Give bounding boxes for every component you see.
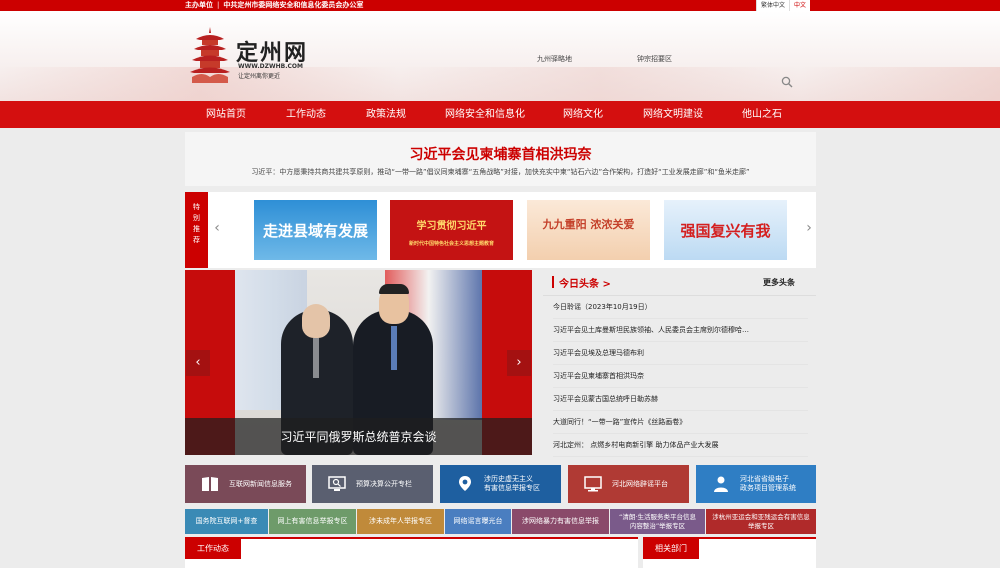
site-logo[interactable]: 定州网 WWW.DZWHB.COM 让定州离你更近 bbox=[190, 27, 320, 87]
tile-egov-project-system[interactable]: 河北省省级电子 政务项目管理系统 bbox=[696, 465, 816, 503]
header-background bbox=[0, 67, 1000, 101]
header-link-1[interactable]: 九州驿略地 bbox=[537, 54, 572, 64]
sponsor-label: 主办单位 bbox=[185, 1, 213, 9]
site-header: 定州网 WWW.DZWHB.COM 让定州离你更近 九州驿略地 钟宗招要区 bbox=[0, 11, 1000, 101]
nav-work-news[interactable]: 工作动态 bbox=[286, 101, 326, 128]
banner-county[interactable]: 走进县域有发展 bbox=[254, 200, 377, 260]
logo-slogan: 让定州离你更近 bbox=[238, 73, 281, 80]
headline-item[interactable]: 大道同行！“一带一路”宣传片《丝路画卷》 bbox=[553, 411, 808, 434]
headline-block: 习近平会见柬埔寨首相洪玛奈 习近平：中方愿秉持共商共建共享原则，推动“一带一路”… bbox=[185, 132, 816, 186]
user-icon bbox=[714, 476, 728, 492]
headline-item[interactable]: 习近平会见蒙古国总统呼日勒苏赫 bbox=[553, 388, 808, 411]
headline-item[interactable]: 习近平会见土库曼斯坦民族领袖、人民委员会主席别尔德穆哈… bbox=[553, 319, 808, 342]
banner-rejuvenation-text: 强国复兴有我 bbox=[680, 222, 771, 240]
link-harmful-info-report[interactable]: 网上有害信息举报专区 bbox=[269, 509, 356, 534]
nav-cybersecurity[interactable]: 网络安全和信息化 bbox=[445, 101, 525, 128]
top-bar: 主办单位 | 中共定州市委网络安全和信息化委员会办公室 繁体中文 中文 bbox=[0, 0, 1000, 11]
carousel-caption-text[interactable]: 习近平同俄罗斯总统普京会谈 bbox=[185, 428, 532, 445]
sponsor-name: 中共定州市委网络安全和信息化委员会办公室 bbox=[223, 1, 364, 9]
today-header: 今日头条 > 更多头条 bbox=[543, 270, 816, 296]
header-link-2[interactable]: 钟宗招要区 bbox=[637, 54, 672, 64]
tile-rumor-label: 河北网络辟谣平台 bbox=[612, 479, 668, 488]
main-nav: 网站首页 工作动态 政策法规 网络安全和信息化 网络文化 网络文明建设 他山之石 bbox=[0, 101, 1000, 128]
link-minors-report[interactable]: 涉未成年人举报专区 bbox=[357, 509, 444, 534]
headline-item[interactable]: 今日聆谣（2023年10月19日） bbox=[553, 296, 808, 319]
banner-county-text: 走进县域有发展 bbox=[262, 222, 368, 240]
logo-url: WWW.DZWHB.COM bbox=[238, 63, 303, 70]
link-cyber-violence-report[interactable]: 涉网络暴力有害信息举报 bbox=[512, 509, 609, 534]
tile-rumor-platform[interactable]: 河北网络辟谣平台 bbox=[568, 465, 689, 503]
banner-study[interactable]: 学习贯彻习近平 新时代中国特色社会主义思想主题教育 bbox=[390, 200, 513, 260]
special-tag-label: 特别推荐 bbox=[193, 203, 200, 244]
pagoda-logo-icon bbox=[190, 27, 230, 83]
link-asian-games-report[interactable]: 涉杭州亚运会和亚残运会有害信息 举报专区 bbox=[706, 509, 816, 534]
banner-double-ninth[interactable]: 九九重阳 浓浓关爱 bbox=[527, 200, 650, 260]
monitor-search-icon bbox=[328, 476, 346, 491]
headline-item[interactable]: 习近平会见柬埔寨首相洪玛奈 bbox=[553, 365, 808, 388]
today-marker bbox=[552, 276, 554, 288]
chevron-left-icon[interactable]: ‹ bbox=[212, 220, 222, 236]
related-depts-panel: 相关部门 bbox=[643, 537, 816, 568]
special-tag: 特别推荐 bbox=[185, 192, 208, 268]
tile-budget-disclosure[interactable]: 预算决算公开专栏 bbox=[312, 465, 433, 503]
more-headlines-link[interactable]: 更多头条 bbox=[763, 277, 795, 288]
lang-traditional-link[interactable]: 繁体中文 bbox=[756, 0, 789, 11]
photo-tie-left bbox=[313, 338, 319, 378]
work-news-tab[interactable]: 工作动态 bbox=[185, 539, 241, 559]
nav-policy[interactable]: 政策法规 bbox=[366, 101, 406, 128]
news-carousel[interactable]: 习近平同俄罗斯总统普京会谈 ‹ › bbox=[185, 270, 532, 455]
today-title[interactable]: 今日头条 > bbox=[559, 275, 611, 290]
photo-head-left bbox=[302, 304, 330, 338]
work-news-panel: 工作动态 bbox=[185, 537, 638, 568]
tile-egov-label: 河北省省级电子 政务项目管理系统 bbox=[740, 475, 796, 492]
book-icon bbox=[202, 477, 218, 491]
banner-study-text: 学习贯彻习近平 bbox=[416, 221, 487, 232]
banner-double-ninth-text: 九九重阳 浓浓关爱 bbox=[542, 218, 635, 231]
link-state-council-inspection[interactable]: 国务院互联网+督查 bbox=[185, 509, 268, 534]
sponsor-info: 主办单位 | 中共定州市委网络安全和信息化委员会办公室 bbox=[185, 1, 364, 9]
today-headlines: 今日头条 > 更多头条 今日聆谣（2023年10月19日） 习近平会见土库曼斯坦… bbox=[543, 270, 816, 460]
nav-net-culture[interactable]: 网络文化 bbox=[563, 101, 603, 128]
headline-summary: 习近平：中方愿秉持共商共建共享原则，推动“一带一路”倡议同柬埔寨“五角战略”对接… bbox=[251, 168, 750, 176]
photo-tie-right bbox=[391, 326, 397, 370]
related-depts-tab[interactable]: 相关部门 bbox=[643, 539, 699, 559]
carousel-next-button[interactable]: › bbox=[507, 350, 531, 376]
screen-icon bbox=[584, 476, 602, 492]
banner-rejuvenation[interactable]: 强国复兴有我 bbox=[664, 200, 787, 260]
headline-item[interactable]: 河北定州： 点燃乡村电商新引擎 助力体品产业大发展 bbox=[553, 434, 808, 457]
link-rumor-exposure[interactable]: 网络谣言曝光台 bbox=[445, 509, 511, 534]
location-pin-icon bbox=[459, 476, 471, 491]
language-switcher: 繁体中文 中文 bbox=[756, 0, 811, 11]
tile-history-nihilism-report[interactable]: 涉历史虚无主义 有害信息举报专区 bbox=[440, 465, 561, 503]
chevron-right-icon[interactable]: › bbox=[804, 220, 814, 236]
photo-hair-right bbox=[379, 284, 409, 294]
search-icon[interactable] bbox=[781, 76, 793, 88]
tile-internet-news-service[interactable]: 互联网新闻信息服务 bbox=[185, 465, 306, 503]
tile-internet-news-label: 互联网新闻信息服务 bbox=[229, 479, 292, 488]
carousel-caption: 习近平同俄罗斯总统普京会谈 bbox=[185, 418, 532, 455]
tile-budget-label: 预算决算公开专栏 bbox=[356, 479, 412, 488]
banner-study-subtext: 新时代中国特色社会主义思想主题教育 bbox=[408, 241, 494, 247]
nav-home[interactable]: 网站首页 bbox=[206, 101, 246, 128]
headline-item[interactable]: 习近平会见埃及总理马德布利 bbox=[553, 342, 808, 365]
tile-history-nihilism-label: 涉历史虚无主义 有害信息举报专区 bbox=[484, 475, 540, 492]
lang-simplified-link[interactable]: 中文 bbox=[789, 0, 810, 11]
nav-other-stones[interactable]: 他山之石 bbox=[742, 101, 782, 128]
headline-title[interactable]: 习近平会见柬埔寨首相洪玛奈 bbox=[185, 144, 816, 164]
link-qinglang-report[interactable]: “清朗·生活服务类平台信息 内容整治”举报专区 bbox=[610, 509, 705, 534]
carousel-prev-button[interactable]: ‹ bbox=[186, 350, 210, 376]
special-recommend: 特别推荐 ‹ 走进县域有发展 学习贯彻习近平 新时代中国特色社会主义思想主题教育… bbox=[185, 192, 816, 268]
nav-net-civilization[interactable]: 网络文明建设 bbox=[643, 101, 703, 128]
